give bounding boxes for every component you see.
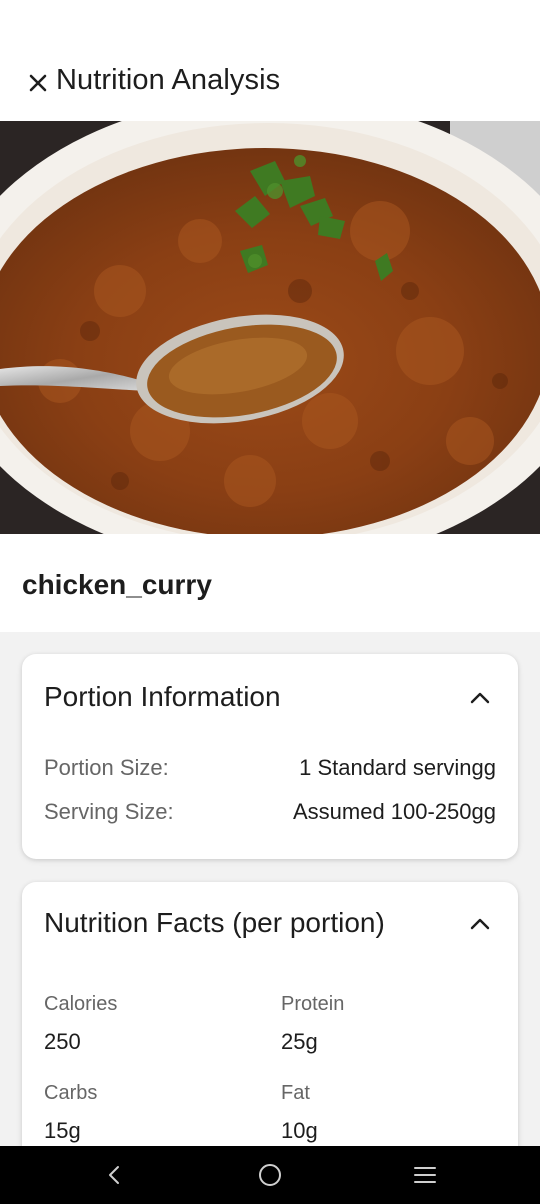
home-icon[interactable] (254, 1160, 286, 1190)
chevron-up-icon[interactable] (466, 684, 494, 712)
nutrition-card-title: Nutrition Facts (per portion) (44, 907, 385, 938)
fat-value: 10g (281, 1118, 318, 1143)
recents-icon[interactable] (409, 1160, 441, 1190)
protein-label: Protein (281, 993, 345, 1015)
close-icon[interactable] (24, 68, 52, 98)
chevron-up-icon[interactable] (466, 910, 494, 938)
carbs-value: 15g (44, 1118, 81, 1143)
calories-value: 250 (44, 1029, 81, 1054)
page-title: Nutrition Analysis (56, 64, 281, 96)
app-header: Nutrition Analysis (0, 0, 540, 121)
food-photo (0, 121, 540, 534)
food-name: chicken_curry (22, 569, 212, 600)
system-navigation-bar (0, 1146, 540, 1204)
portion-information-card: Portion Information Portion Size: 1 Stan… (22, 654, 518, 859)
fat-label: Fat (281, 1082, 310, 1104)
protein-value: 25g (281, 1029, 318, 1054)
calories-label: Calories (44, 993, 118, 1015)
carbs-label: Carbs (44, 1082, 98, 1104)
serving-size-value: Assumed 100-250gg (292, 799, 496, 824)
serving-size-label: Serving Size: (44, 799, 174, 824)
nutrition-facts-card: Nutrition Facts (per portion) Calories 2… (22, 882, 518, 1172)
app-screen: Nutrition Analysis chicken_curry Portion… (0, 0, 540, 1204)
back-icon[interactable] (99, 1160, 131, 1190)
portion-card-title: Portion Information (44, 681, 281, 712)
portion-size-label: Portion Size: (44, 755, 169, 780)
portion-size-value: 1 Standard servingg (299, 755, 496, 780)
